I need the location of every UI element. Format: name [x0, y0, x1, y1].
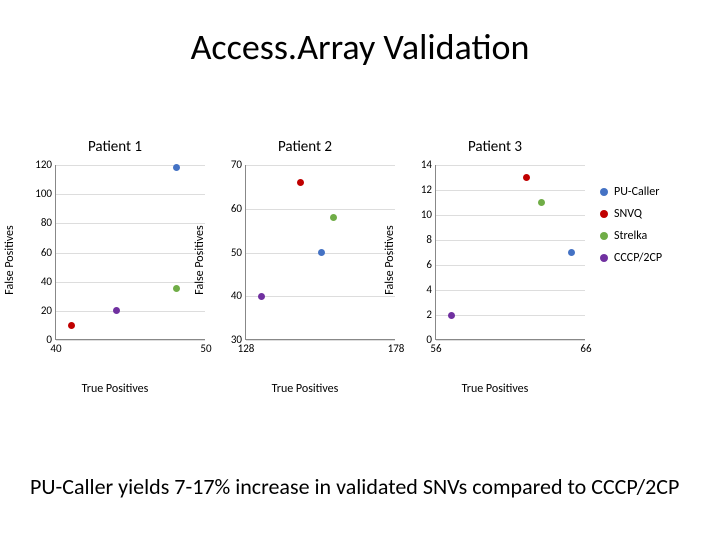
y-tick-label: 50 [216, 246, 242, 259]
x-axis-label: True Positives [210, 382, 400, 396]
data-point-cccp-2cp [258, 293, 265, 300]
plot-area: 3040506070128178 [245, 165, 395, 340]
data-point-cccp-2cp [113, 307, 120, 314]
data-point-strelka [538, 199, 545, 206]
y-axis-label: False Positives [383, 225, 397, 294]
x-axis-label: True Positives [20, 382, 210, 396]
chart-title: Patient 3 [400, 138, 590, 156]
legend-swatch-icon [600, 232, 608, 240]
y-tick-label: 60 [26, 246, 52, 259]
y-tick-label: 100 [26, 187, 52, 200]
data-point-strelka [330, 214, 337, 221]
x-tick-label: 40 [50, 342, 61, 355]
x-tick-label: 66 [580, 342, 591, 355]
charts-row: Patient 1False PositivesTrue Positives02… [20, 160, 720, 390]
data-point-cccp-2cp [448, 312, 455, 319]
y-tick-label: 20 [26, 304, 52, 317]
legend-item: SNVQ [600, 207, 700, 221]
chart-patient-2: Patient 2False PositivesTrue Positives30… [210, 160, 400, 360]
data-point-pu-caller [318, 249, 325, 256]
legend-swatch-icon [600, 254, 608, 262]
y-tick-label: 60 [216, 202, 242, 215]
y-tick-label: 12 [406, 183, 432, 196]
page-title: Access.Array Validation [0, 25, 720, 69]
legend-label: Strelka [614, 229, 647, 243]
legend-item: Strelka [600, 229, 700, 243]
y-tick-label: 0 [26, 333, 52, 346]
y-tick-label: 10 [406, 208, 432, 221]
y-tick-label: 70 [216, 158, 242, 171]
y-axis-label: False Positives [3, 225, 17, 294]
legend-swatch-icon [600, 188, 608, 196]
y-tick-label: 80 [26, 216, 52, 229]
data-point-snvq [68, 322, 75, 329]
y-axis-label: False Positives [193, 225, 207, 294]
y-tick-label: 120 [26, 158, 52, 171]
legend-label: PU-Caller [614, 185, 659, 199]
y-tick-label: 6 [406, 258, 432, 271]
summary-text: PU-Caller yields 7-17% increase in valid… [30, 473, 690, 501]
y-tick-label: 40 [26, 275, 52, 288]
y-tick-label: 2 [406, 308, 432, 321]
y-tick-label: 4 [406, 283, 432, 296]
plot-area: 024681012145666 [435, 165, 585, 340]
y-tick-label: 8 [406, 233, 432, 246]
data-point-snvq [523, 174, 530, 181]
data-point-pu-caller [173, 164, 180, 171]
chart-title: Patient 1 [20, 138, 210, 156]
y-tick-label: 14 [406, 158, 432, 171]
chart-title: Patient 2 [210, 138, 400, 156]
data-point-strelka [173, 285, 180, 292]
plot-area: 0204060801001204050 [55, 165, 205, 340]
data-point-snvq [297, 179, 304, 186]
chart-patient-1: Patient 1False PositivesTrue Positives02… [20, 160, 210, 360]
y-tick-label: 40 [216, 289, 242, 302]
x-tick-label: 56 [430, 342, 441, 355]
legend-label: CCCP/2CP [614, 251, 662, 265]
y-tick-label: 0 [406, 333, 432, 346]
legend-label: SNVQ [614, 207, 642, 221]
legend: PU-Caller SNVQ Strelka CCCP/2CP [590, 160, 700, 273]
legend-item: PU-Caller [600, 185, 700, 199]
chart-patient-3: Patient 3False PositivesTrue Positives02… [400, 160, 590, 360]
x-axis-label: True Positives [400, 382, 590, 396]
legend-swatch-icon [600, 210, 608, 218]
legend-item: CCCP/2CP [600, 251, 700, 265]
x-tick-label: 128 [238, 342, 255, 355]
data-point-pu-caller [568, 249, 575, 256]
